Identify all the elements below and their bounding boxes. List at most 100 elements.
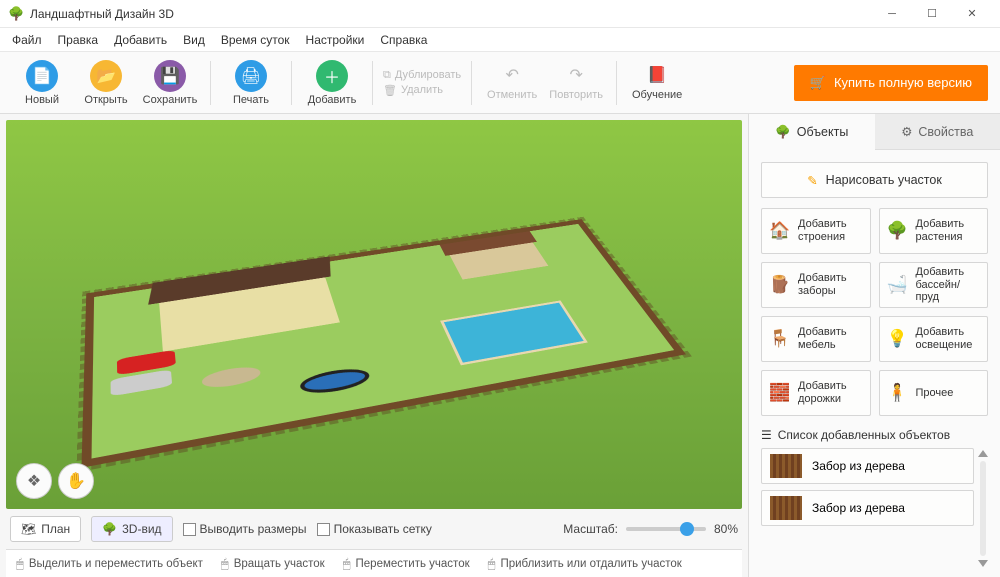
mouse-icon: 🖱 — [16, 556, 24, 572]
scale-value: 80% — [714, 522, 738, 536]
undo-button[interactable]: ↶Отменить — [482, 65, 542, 101]
plan-view-button[interactable]: 🗺План — [10, 516, 81, 542]
bricks-icon: 🧱 — [769, 382, 791, 404]
shed — [448, 238, 549, 279]
house-icon: 🏠 — [769, 220, 791, 242]
main: ❖ ✋ 🗺План 🌳3D-вид Выводить размеры Показ… — [0, 114, 1000, 577]
mouse-icon: 🖱 — [343, 556, 351, 572]
new-button[interactable]: 📄Новый — [12, 60, 72, 106]
status-select: 🖱Выделить и переместить объект — [16, 556, 203, 572]
learn-button[interactable]: 📕Обучение — [627, 65, 687, 101]
cat-paths[interactable]: 🧱Добавить дорожки — [761, 370, 871, 416]
redo-button[interactable]: ↷Повторить — [546, 65, 606, 101]
undo-icon: ↶ — [505, 65, 518, 85]
maximize-button[interactable]: ☐ — [912, 0, 952, 28]
save-button[interactable]: 💾Сохранить — [140, 60, 200, 106]
list-item[interactable]: Забор из дерева — [761, 448, 974, 484]
close-button[interactable]: ✕ — [952, 0, 992, 28]
menu-edit[interactable]: Правка — [50, 33, 107, 47]
object-list-header: ☰Список добавленных объектов — [761, 428, 988, 442]
menu-settings[interactable]: Настройки — [298, 33, 373, 47]
cat-lighting[interactable]: 💡Добавить освещение — [879, 316, 989, 362]
orbit-icon: ❖ — [27, 471, 41, 491]
mouse-icon: 🖱 — [488, 556, 496, 572]
menu-add[interactable]: Добавить — [106, 33, 175, 47]
pan-button[interactable]: ✋ — [58, 463, 94, 499]
draw-plot-button[interactable]: ✎Нарисовать участок — [761, 162, 988, 198]
list-item[interactable]: Забор из дерева — [761, 490, 974, 526]
menu-time[interactable]: Время суток — [213, 33, 298, 47]
tab-objects[interactable]: 🌳Объекты — [749, 114, 875, 150]
window-title: Ландшафтный Дизайн 3D — [30, 7, 872, 21]
orbit-button[interactable]: ❖ — [16, 463, 52, 499]
sidebar-tabs: 🌳Объекты ⚙Свойства — [749, 114, 1000, 150]
fountain — [201, 364, 262, 391]
scale-slider[interactable] — [626, 527, 706, 531]
titlebar: 🌳 Ландшафтный Дизайн 3D ─ ☐ ✕ — [0, 0, 1000, 28]
hand-icon: ✋ — [66, 471, 86, 491]
fence-icon: 🪵 — [769, 274, 791, 296]
cart-icon: 🛒 — [810, 75, 826, 91]
house — [159, 270, 340, 352]
mouse-icon: 🖱 — [221, 556, 229, 572]
buy-button[interactable]: 🛒Купить полную версию — [794, 65, 988, 101]
toolbar: 📄Новый 📂Открыть 💾Сохранить 🖨Печать ＋Доба… — [0, 52, 1000, 114]
tab-properties[interactable]: ⚙Свойства — [875, 114, 1000, 150]
category-grid: 🏠Добавить строения 🌳Добавить растения 🪵Д… — [749, 208, 1000, 416]
menubar: Файл Правка Добавить Вид Время суток Нас… — [0, 28, 1000, 52]
open-button[interactable]: 📂Открыть — [76, 60, 136, 106]
cat-other[interactable]: 🧍Прочее — [879, 370, 989, 416]
status-rotate: 🖱Вращать участок — [221, 556, 325, 572]
delete-button[interactable]: 🗑Удалить — [383, 84, 461, 97]
tree-icon: 🌳 — [102, 522, 117, 536]
gear-icon: ⚙ — [901, 124, 912, 139]
object-list: Забор из дерева Забор из дерева — [761, 448, 988, 569]
trampoline — [298, 365, 373, 397]
scale-label: Масштаб: — [563, 522, 618, 536]
3d-view-button[interactable]: 🌳3D-вид — [91, 516, 172, 542]
cat-plants[interactable]: 🌳Добавить растения — [879, 208, 989, 254]
lamp-icon: 💡 — [887, 328, 909, 350]
pencil-icon: ✎ — [807, 173, 817, 188]
scroll-up-icon[interactable] — [978, 450, 988, 457]
duplicate-button[interactable]: ⧉Дублировать — [383, 69, 461, 82]
item-thumb — [770, 496, 802, 520]
cat-pools[interactable]: 🛁Добавить бассейн/пруд — [879, 262, 989, 308]
pool-icon: 🛁 — [887, 274, 909, 296]
trash-icon: 🗑 — [383, 84, 397, 97]
status-move: 🖱Переместить участок — [343, 556, 470, 572]
chair-icon: 🪑 — [769, 328, 791, 350]
3d-canvas[interactable]: ❖ ✋ — [6, 120, 742, 509]
menu-view[interactable]: Вид — [175, 33, 213, 47]
cat-buildings[interactable]: 🏠Добавить строения — [761, 208, 871, 254]
minimize-button[interactable]: ─ — [872, 0, 912, 28]
statusbar: 🖱Выделить и переместить объект 🖱Вращать … — [6, 549, 742, 577]
redo-icon: ↷ — [569, 65, 582, 85]
show-grid-checkbox[interactable]: Показывать сетку — [317, 522, 432, 536]
item-thumb — [770, 454, 802, 478]
layers-icon: ☰ — [761, 428, 772, 442]
duplicate-icon: ⧉ — [383, 69, 391, 82]
duplicate-delete-group: ⧉Дублировать 🗑Удалить — [383, 69, 461, 97]
sidebar: 🌳Объекты ⚙Свойства ✎Нарисовать участок 🏠… — [748, 114, 1000, 577]
objects-icon: 🌳 — [775, 125, 791, 140]
tree-icon: 🌳 — [887, 220, 909, 242]
scroll-track[interactable] — [980, 461, 986, 556]
show-dims-checkbox[interactable]: Выводить размеры — [183, 522, 307, 536]
book-icon: 📕 — [647, 65, 667, 85]
app-icon: 🌳 — [8, 6, 24, 22]
add-button[interactable]: ＋Добавить — [302, 60, 362, 106]
menu-help[interactable]: Справка — [372, 33, 435, 47]
status-zoom: 🖱Приблизить или отдалить участок — [488, 556, 682, 572]
print-button[interactable]: 🖨Печать — [221, 60, 281, 106]
scroll-down-icon[interactable] — [978, 560, 988, 567]
plot — [82, 219, 687, 468]
cat-fences[interactable]: 🪵Добавить заборы — [761, 262, 871, 308]
list-scrollbar[interactable] — [974, 448, 988, 569]
view-controls: 🗺План 🌳3D-вид Выводить размеры Показыват… — [6, 513, 742, 545]
menu-file[interactable]: Файл — [4, 33, 50, 47]
viewport-panel: ❖ ✋ 🗺План 🌳3D-вид Выводить размеры Показ… — [0, 114, 748, 577]
cat-furniture[interactable]: 🪑Добавить мебель — [761, 316, 871, 362]
other-icon: 🧍 — [887, 382, 909, 404]
viewport-tools: ❖ ✋ — [16, 463, 94, 499]
